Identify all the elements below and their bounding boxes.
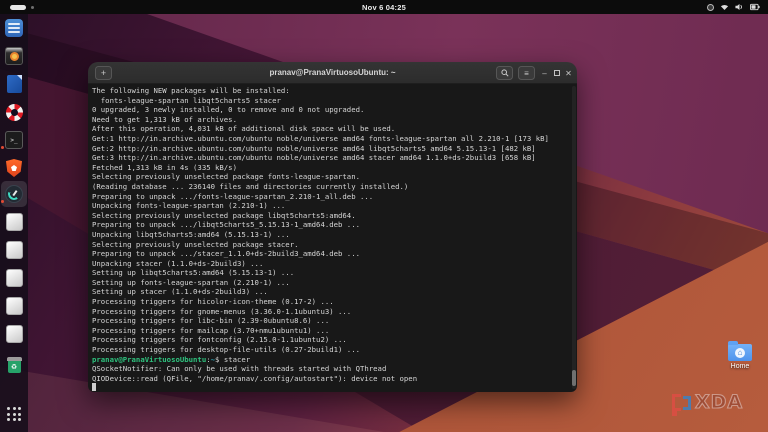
- libreoffice-writer-icon: [6, 75, 22, 93]
- workspace-indicator[interactable]: [0, 4, 34, 10]
- menu-button[interactable]: ≡: [518, 66, 535, 80]
- terminal-title: pranav@PranaVirtuosoUbuntu: ~: [269, 68, 396, 77]
- generic-app-icon: [5, 325, 23, 343]
- hamburger-icon: ≡: [524, 68, 529, 78]
- generic-app-icon: [5, 213, 23, 231]
- terminal-line: Get:2 http://in.archive.ubuntu.com/ubunt…: [92, 143, 536, 153]
- xda-watermark-text: XDA: [694, 391, 744, 413]
- new-tab-button[interactable]: +: [95, 66, 112, 80]
- workspace-dot: [31, 5, 34, 9]
- battery-icon: [750, 3, 760, 11]
- scrollbar-thumb[interactable]: [572, 370, 576, 386]
- desktop: Nov 6 04:25 >_ ♻ + pranav@PranaVirtuosoU…: [0, 0, 768, 432]
- terminal-line: QIODevice::read (QFile, "/home/pranav/.c…: [92, 373, 418, 383]
- terminal-line: Setting up fonts-league-spartan (2.210-1…: [92, 277, 290, 287]
- terminal-line: The following NEW packages will be insta…: [92, 86, 290, 95]
- terminal-line: Processing triggers for hicolor-icon-the…: [92, 297, 334, 307]
- terminal-scrollbar[interactable]: [572, 86, 576, 389]
- xda-bracket-right-icon: [683, 395, 691, 410]
- terminal-line: Processing triggers for desktop-file-uti…: [92, 345, 360, 355]
- terminal-line: Selecting previously unselected package …: [92, 172, 360, 182]
- terminal-line: Selecting previously unselected package …: [92, 210, 356, 220]
- music-player-icon: [5, 47, 23, 65]
- dock-item-files[interactable]: [4, 18, 24, 38]
- dock-item-terminal[interactable]: >_: [1, 130, 24, 150]
- terminal-line: Unpacking libqt5charts5:amd64 (5.15.13-1…: [92, 229, 290, 239]
- terminal-line: Get:1 http://in.archive.ubuntu.com/ubunt…: [92, 133, 549, 143]
- workspace-pill-active: [10, 4, 26, 10]
- terminal-line: Need to get 1,313 kB of archives.: [92, 114, 237, 124]
- running-indicator: [1, 146, 4, 149]
- terminal-line: Processing triggers for fontconfig (2.15…: [92, 335, 347, 345]
- trash-icon: ♻: [6, 357, 23, 375]
- terminal-line: 0 upgraded, 3 newly installed, 0 to remo…: [92, 105, 365, 115]
- terminal-line: Fetched 1,313 kB in 4s (335 kB/s): [92, 162, 237, 172]
- terminal-line: QSocketNotifier: Can only be used with t…: [92, 364, 387, 374]
- terminal-line: Processing triggers for mailcap (3.70+nm…: [92, 325, 330, 335]
- xda-bracket-left-icon: [671, 394, 681, 416]
- terminal-line: pranav@PranaVirtuosoUbuntu:~$ stacer: [92, 354, 251, 364]
- dock-item-music-player[interactable]: [4, 46, 24, 66]
- running-indicator: [1, 200, 4, 203]
- files-icon: [5, 19, 23, 37]
- minimize-icon: –: [542, 68, 547, 78]
- dock-item-app-2[interactable]: [4, 240, 24, 260]
- terminal-line: Preparing to unpack .../libqt5charts5_5.…: [92, 220, 360, 230]
- terminal-line: Setting up stacer (1.1.0+ds-2build3) ...: [92, 287, 268, 297]
- dock-item-libreoffice[interactable]: [4, 74, 24, 94]
- terminal-line: Processing triggers for libc-bin (2.39-0…: [92, 316, 330, 326]
- help-lifesaver-icon: [5, 103, 23, 121]
- terminal-body[interactable]: The following NEW packages will be insta…: [88, 84, 577, 392]
- terminal-line: Processing triggers for gnome-menus (3.3…: [92, 306, 352, 316]
- dock-item-brave[interactable]: [4, 158, 24, 178]
- terminal-window: + pranav@PranaVirtuosoUbuntu: ~ ≡ – ✕ Th…: [88, 62, 577, 392]
- brave-browser-icon: [6, 159, 22, 177]
- wifi-icon: [720, 4, 729, 11]
- terminal-line: After this operation, 4,031 kB of additi…: [92, 124, 396, 134]
- generic-app-icon: [5, 241, 23, 259]
- terminal-line: fonts-league-spartan libqt5charts5 stace…: [92, 95, 281, 105]
- stacer-icon: [5, 185, 23, 203]
- xda-watermark: XDA: [671, 391, 744, 416]
- dock-item-app-4[interactable]: [4, 296, 24, 316]
- search-button[interactable]: [496, 66, 513, 80]
- generic-app-icon: [5, 269, 23, 287]
- terminal-line: Setting up libqt5charts5:amd64 (5.15.13-…: [92, 268, 295, 278]
- terminal-cursor: [92, 383, 97, 392]
- screencast-icon: [707, 3, 714, 11]
- volume-icon: [735, 3, 742, 11]
- generic-app-icon: [5, 297, 23, 315]
- terminal-output: The following NEW packages will be insta…: [92, 86, 573, 392]
- dock-item-app-1[interactable]: [4, 212, 24, 232]
- terminal-line: Get:3 http://in.archive.ubuntu.com/ubunt…: [92, 153, 536, 163]
- terminal-line: (Reading database ... 236140 files and d…: [92, 181, 409, 191]
- dock-item-app-5[interactable]: [4, 324, 24, 344]
- dock-item-stacer[interactable]: [1, 184, 24, 204]
- dock-item-help[interactable]: [4, 102, 24, 122]
- search-icon: [500, 69, 509, 77]
- terminal-line: Selecting previously unselected package …: [92, 239, 299, 249]
- house-emblem-icon: ⌂: [735, 347, 745, 358]
- terminal-line: Preparing to unpack .../fonts-league-spa…: [92, 191, 374, 201]
- terminal-line: Unpacking fonts-league-spartan (2.210-1)…: [92, 201, 286, 211]
- close-icon: ✕: [565, 68, 572, 78]
- terminal-titlebar[interactable]: + pranav@PranaVirtuosoUbuntu: ~ ≡ – ✕: [88, 62, 577, 84]
- maximize-icon: [553, 70, 560, 76]
- terminal-line: [92, 383, 573, 392]
- dock-item-app-3[interactable]: [4, 268, 24, 288]
- show-applications-button[interactable]: [4, 404, 24, 424]
- system-status-area[interactable]: [707, 3, 768, 11]
- terminal-line: Unpacking stacer (1.1.0+ds-2build3) ...: [92, 258, 264, 268]
- dock-item-trash[interactable]: ♻: [4, 356, 24, 376]
- app-grid-icon: [7, 407, 21, 421]
- close-button[interactable]: ✕: [562, 62, 575, 84]
- terminal-icon: >_: [5, 131, 23, 149]
- desktop-icon-home[interactable]: ⌂ Home: [722, 341, 758, 370]
- dock: >_ ♻: [0, 14, 28, 432]
- home-folder-icon: ⌂: [728, 341, 752, 361]
- terminal-line: Preparing to unpack .../stacer_1.1.0+ds-…: [92, 249, 360, 259]
- clock[interactable]: Nov 6 04:25: [362, 3, 406, 12]
- top-bar: Nov 6 04:25: [0, 0, 768, 14]
- home-icon-label: Home: [730, 363, 750, 370]
